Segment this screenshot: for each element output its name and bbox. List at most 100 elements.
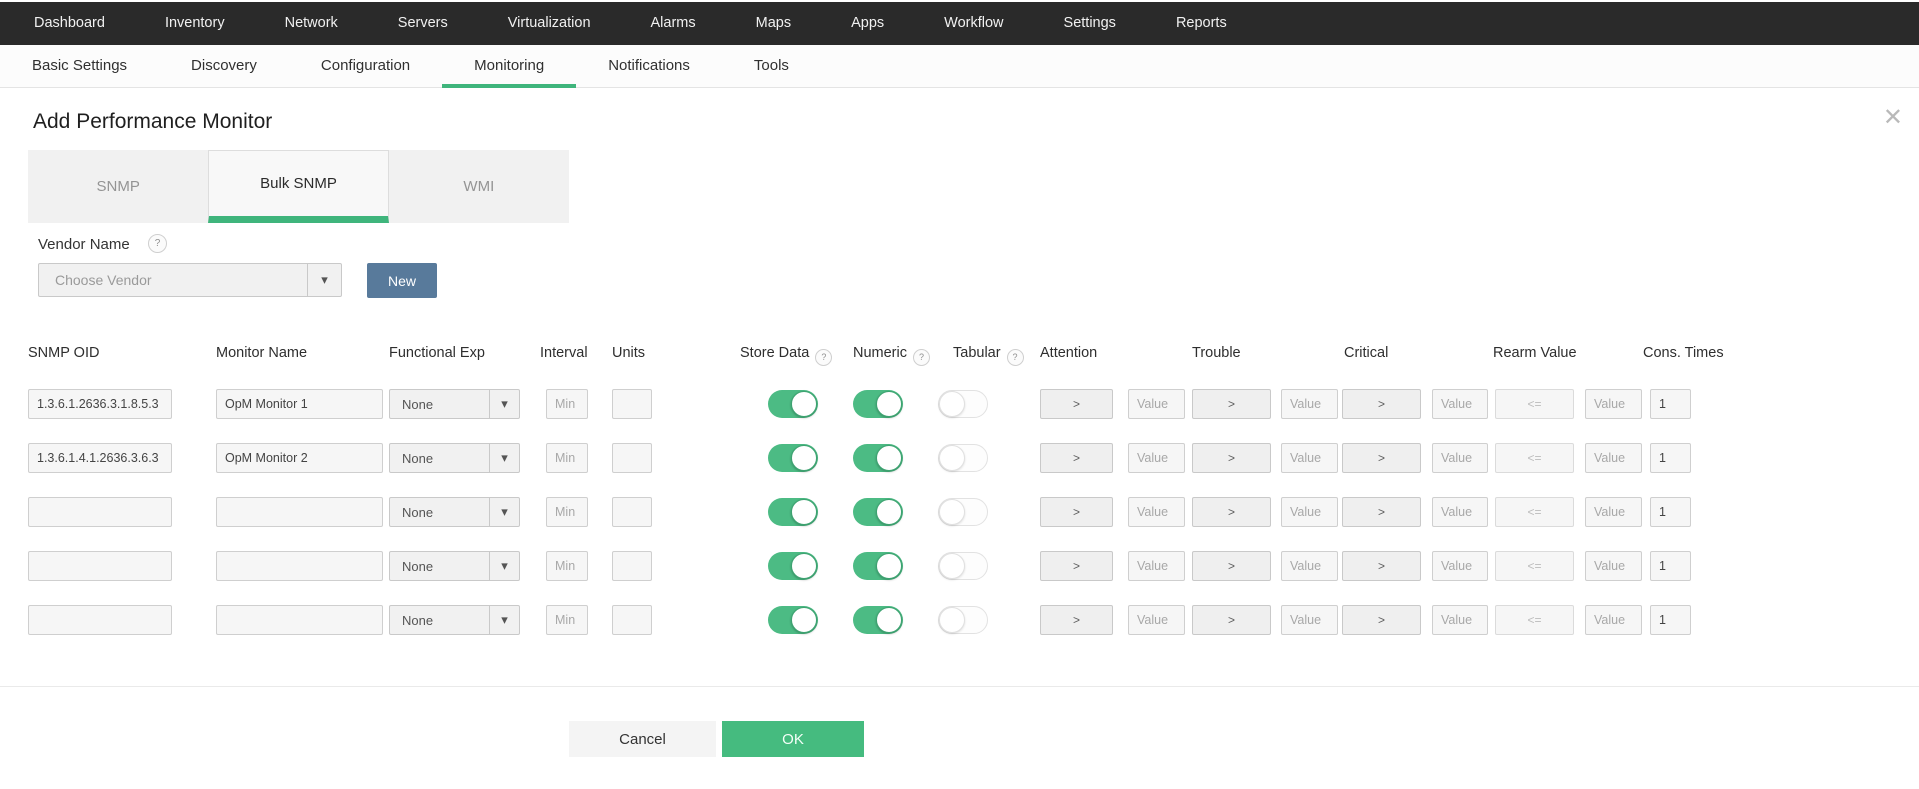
functional-exp-select[interactable]: None ▾: [389, 551, 520, 581]
topnav-item-workflow[interactable]: Workflow: [914, 2, 1033, 45]
monitor-name-input[interactable]: [216, 443, 383, 473]
functional-exp-select[interactable]: None ▾: [389, 389, 520, 419]
rearm-operator-button[interactable]: <=: [1495, 497, 1574, 527]
subnav-item-notifications[interactable]: Notifications: [576, 45, 722, 87]
topnav-item-alarms[interactable]: Alarms: [621, 2, 726, 45]
rearm-value-input[interactable]: [1585, 497, 1642, 527]
rearm-value-input[interactable]: [1585, 389, 1642, 419]
tabular-toggle[interactable]: [938, 498, 988, 526]
trouble-value-input[interactable]: [1281, 443, 1338, 473]
snmp-oid-input[interactable]: [28, 497, 172, 527]
functional-exp-select[interactable]: None ▾: [389, 497, 520, 527]
functional-exp-select[interactable]: None ▾: [389, 443, 520, 473]
functional-exp-arrow-button[interactable]: ▾: [489, 444, 519, 472]
units-input[interactable]: [612, 497, 652, 527]
subnav-item-monitoring[interactable]: Monitoring: [442, 45, 577, 88]
numeric-toggle[interactable]: [853, 498, 903, 526]
topnav-item-dashboard[interactable]: Dashboard: [4, 2, 135, 45]
numeric-toggle[interactable]: [853, 606, 903, 634]
snmp-oid-input[interactable]: [28, 605, 172, 635]
cons-times-input[interactable]: [1650, 497, 1691, 527]
critical-operator-button[interactable]: >: [1342, 551, 1421, 581]
cancel-button[interactable]: Cancel: [569, 721, 716, 757]
monitor-name-input[interactable]: [216, 389, 383, 419]
topnav-item-apps[interactable]: Apps: [821, 2, 914, 45]
topnav-item-network[interactable]: Network: [255, 2, 368, 45]
header-store-data-help-icon[interactable]: ?: [815, 348, 833, 366]
attention-operator-button[interactable]: >: [1040, 497, 1113, 527]
rearm-value-input[interactable]: [1585, 551, 1642, 581]
attention-operator-button[interactable]: >: [1040, 551, 1113, 581]
numeric-toggle[interactable]: [853, 552, 903, 580]
trouble-value-input[interactable]: [1281, 497, 1338, 527]
topnav-item-inventory[interactable]: Inventory: [135, 2, 255, 45]
store-data-toggle[interactable]: [768, 444, 818, 472]
tabular-toggle[interactable]: [938, 606, 988, 634]
store-data-toggle[interactable]: [768, 390, 818, 418]
rearm-value-input[interactable]: [1585, 605, 1642, 635]
numeric-toggle[interactable]: [853, 390, 903, 418]
attention-operator-button[interactable]: >: [1040, 389, 1113, 419]
units-input[interactable]: [612, 605, 652, 635]
monitor-name-input[interactable]: [216, 497, 383, 527]
trouble-value-input[interactable]: [1281, 605, 1338, 635]
rearm-operator-button[interactable]: <=: [1495, 605, 1574, 635]
attention-value-input[interactable]: [1128, 497, 1185, 527]
monitor-name-input[interactable]: [216, 605, 383, 635]
critical-operator-button[interactable]: >: [1342, 389, 1421, 419]
cons-times-input[interactable]: [1650, 605, 1691, 635]
tabular-toggle[interactable]: [938, 444, 988, 472]
units-input[interactable]: [612, 389, 652, 419]
numeric-toggle[interactable]: [853, 444, 903, 472]
units-input[interactable]: [612, 443, 652, 473]
attention-value-input[interactable]: [1128, 389, 1185, 419]
topnav-item-servers[interactable]: Servers: [368, 2, 478, 45]
critical-operator-button[interactable]: >: [1342, 443, 1421, 473]
cons-times-input[interactable]: [1650, 443, 1691, 473]
topnav-item-reports[interactable]: Reports: [1146, 2, 1257, 45]
attention-operator-button[interactable]: >: [1040, 443, 1113, 473]
snmp-oid-input[interactable]: [28, 389, 172, 419]
interval-input[interactable]: [546, 605, 588, 635]
subnav-item-configuration[interactable]: Configuration: [289, 45, 442, 87]
critical-operator-button[interactable]: >: [1342, 497, 1421, 527]
attention-value-input[interactable]: [1128, 551, 1185, 581]
critical-value-input[interactable]: [1432, 497, 1488, 527]
units-input[interactable]: [612, 551, 652, 581]
trouble-operator-button[interactable]: >: [1192, 497, 1271, 527]
trouble-value-input[interactable]: [1281, 389, 1338, 419]
critical-operator-button[interactable]: >: [1342, 605, 1421, 635]
monitor-name-input[interactable]: [216, 551, 383, 581]
functional-exp-arrow-button[interactable]: ▾: [489, 498, 519, 526]
rearm-operator-button[interactable]: <=: [1495, 443, 1574, 473]
functional-exp-arrow-button[interactable]: ▾: [489, 552, 519, 580]
attention-operator-button[interactable]: >: [1040, 605, 1113, 635]
store-data-toggle[interactable]: [768, 606, 818, 634]
functional-exp-select[interactable]: None ▾: [389, 605, 520, 635]
topnav-item-maps[interactable]: Maps: [726, 2, 821, 45]
interval-input[interactable]: [546, 497, 588, 527]
attention-value-input[interactable]: [1128, 443, 1185, 473]
snmp-oid-input[interactable]: [28, 551, 172, 581]
rearm-value-input[interactable]: [1585, 443, 1642, 473]
topnav-item-virtualization[interactable]: Virtualization: [478, 2, 621, 45]
ok-button[interactable]: OK: [722, 721, 864, 757]
tabular-toggle[interactable]: [938, 390, 988, 418]
store-data-toggle[interactable]: [768, 552, 818, 580]
rearm-operator-button[interactable]: <=: [1495, 389, 1574, 419]
header-numeric-help-icon[interactable]: ?: [912, 348, 930, 366]
snmp-oid-input[interactable]: [28, 443, 172, 473]
interval-input[interactable]: [546, 551, 588, 581]
trouble-operator-button[interactable]: >: [1192, 389, 1271, 419]
attention-value-input[interactable]: [1128, 605, 1185, 635]
cons-times-input[interactable]: [1650, 389, 1691, 419]
topnav-item-settings[interactable]: Settings: [1034, 2, 1146, 45]
critical-value-input[interactable]: [1432, 389, 1488, 419]
critical-value-input[interactable]: [1432, 443, 1488, 473]
subnav-item-basic-settings[interactable]: Basic Settings: [0, 45, 159, 87]
interval-input[interactable]: [546, 443, 588, 473]
trouble-value-input[interactable]: [1281, 551, 1338, 581]
interval-input[interactable]: [546, 389, 588, 419]
subnav-item-discovery[interactable]: Discovery: [159, 45, 289, 87]
trouble-operator-button[interactable]: >: [1192, 605, 1271, 635]
